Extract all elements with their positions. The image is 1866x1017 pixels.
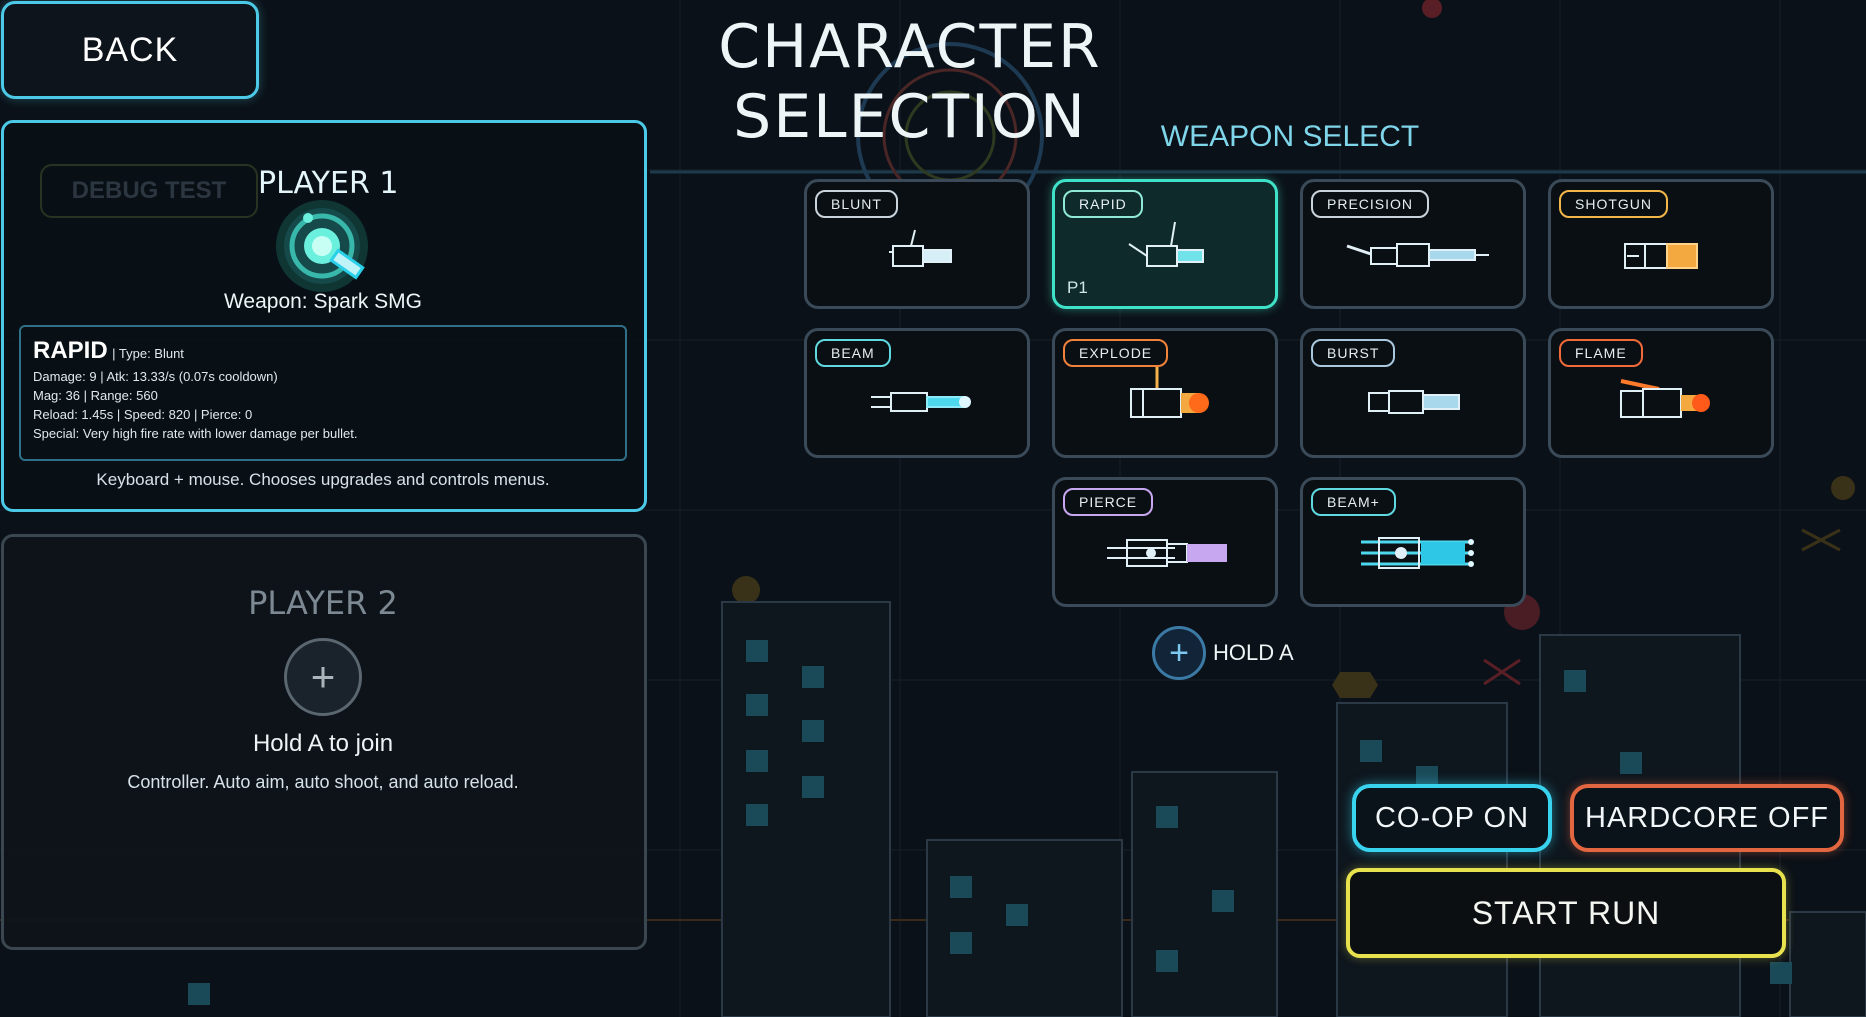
stats-line-reload: Reload: 1.45s | Speed: 820 | Pierce: 0 — [33, 407, 253, 422]
hardcore-toggle-button[interactable]: HARDCORE OFF — [1570, 784, 1844, 852]
stats-line-special: Special: Very high fire rate with lower … — [33, 426, 358, 441]
weapon-card-precision[interactable]: PRECISION — [1300, 179, 1526, 309]
explode-gun-icon — [1130, 367, 1209, 418]
weapon-card-rapid[interactable]: RAPID P1 — [1052, 179, 1278, 309]
burst-gun-icon — [1368, 390, 1460, 414]
weapon-stats-box: RAPID | Type: Blunt Damage: 9 | Atk: 13.… — [19, 325, 627, 461]
shotgun-icon — [1624, 243, 1698, 269]
player2-help-text: Controller. Auto aim, auto shoot, and au… — [127, 772, 519, 792]
beam-gun-icon — [871, 392, 971, 412]
weapon-card-pierce[interactable]: PIERCE — [1052, 477, 1278, 607]
weapon-card-explode[interactable]: EXPLODE — [1052, 328, 1278, 458]
beam-plus-gun-icon — [1361, 537, 1474, 569]
precision-gun-icon — [1346, 243, 1489, 267]
player2-join-label: Hold A to join — [252, 730, 394, 757]
hold-a-label: HOLD A — [1213, 640, 1294, 665]
weapon-card-flame[interactable]: FLAME — [1548, 328, 1774, 458]
player1-avatar-icon — [276, 200, 368, 292]
stats-weapon-name: RAPID — [33, 337, 108, 364]
player2-join-plus-icon[interactable]: + — [284, 638, 362, 716]
rapid-gun-icon — [1128, 221, 1204, 267]
stats-line-mag: Mag: 36 | Range: 560 — [33, 388, 158, 403]
weapon-card-blunt[interactable]: BLUNT — [804, 179, 1030, 309]
blunt-gun-icon — [889, 229, 952, 267]
weapon-card-beam[interactable]: BEAM — [804, 328, 1030, 458]
stats-type: | Type: Blunt — [112, 346, 184, 361]
player1-weapon-label: Weapon: Spark SMG — [223, 290, 423, 313]
back-button[interactable]: BACK — [1, 1, 259, 99]
player2-title: PLAYER 2 — [248, 584, 398, 622]
weapon-card-burst[interactable]: BURST — [1300, 328, 1526, 458]
pierce-gun-icon — [1107, 539, 1227, 567]
player1-marker: P1 — [1067, 278, 1088, 297]
weapon-card-beam-plus[interactable]: BEAM+ — [1300, 477, 1526, 607]
weapon-card-shotgun[interactable]: SHOTGUN — [1548, 179, 1774, 309]
player1-help-text: Keyboard + mouse. Chooses upgrades and c… — [96, 470, 550, 489]
flame-gun-icon — [1620, 379, 1710, 418]
start-run-button[interactable]: START RUN — [1346, 868, 1786, 958]
stats-line-damage: Damage: 9 | Atk: 13.33/s (0.07s cooldown… — [33, 369, 278, 384]
debug-test-button[interactable]: DEBUG TEST — [40, 164, 258, 218]
weapon-select-title: WEAPON SELECT — [1160, 120, 1420, 153]
coop-toggle-button[interactable]: CO-OP ON — [1352, 784, 1552, 852]
hold-a-plus-icon[interactable]: + — [1152, 626, 1206, 680]
